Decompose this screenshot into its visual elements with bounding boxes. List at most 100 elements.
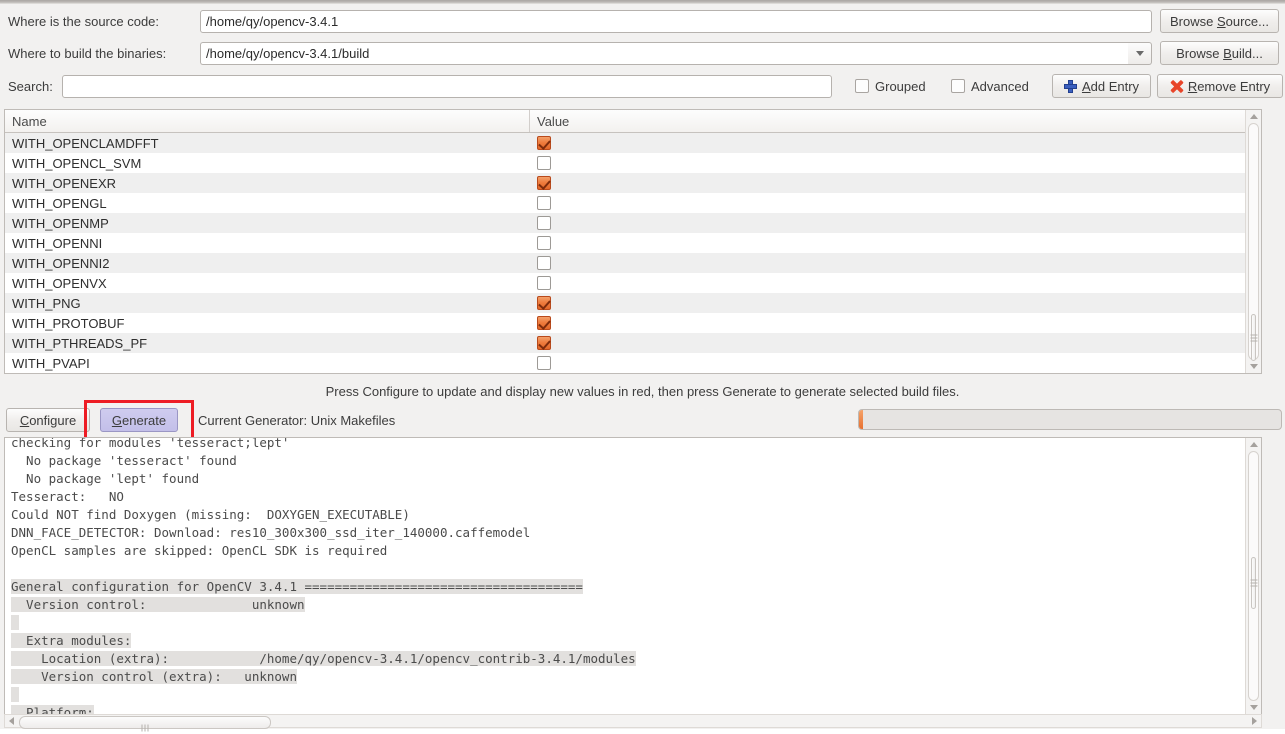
- table-row[interactable]: WITH_OPENNI: [5, 233, 1261, 253]
- table-row[interactable]: WITH_OPENGL: [5, 193, 1261, 213]
- table-row[interactable]: WITH_OPENNI2: [5, 253, 1261, 273]
- scroll-left-icon[interactable]: [5, 715, 18, 727]
- console-line: [11, 686, 636, 704]
- configure-button[interactable]: Configure: [6, 408, 90, 432]
- cache-entry-value[interactable]: [530, 276, 1261, 290]
- checkbox-icon[interactable]: [537, 356, 551, 370]
- browse-source-label: Browse Source...: [1170, 13, 1269, 29]
- source-path-input[interactable]: /home/qy/opencv-3.4.1: [200, 9, 1152, 33]
- cache-entry-value[interactable]: [530, 136, 1261, 150]
- build-path-input[interactable]: /home/qy/opencv-3.4.1/build: [200, 41, 1128, 65]
- cache-entry-value[interactable]: [530, 316, 1261, 330]
- scroll-thumb[interactable]: [1250, 314, 1257, 361]
- cache-entries-table[interactable]: Name Value WITH_OPENCLAMDFFT WITH_OPENCL_…: [4, 109, 1262, 374]
- table-row[interactable]: WITH_OPENMP: [5, 213, 1261, 233]
- table-row[interactable]: WITH_PTHREADS_PF: [5, 333, 1261, 353]
- checkbox-checked-icon[interactable]: [537, 336, 551, 350]
- add-entry-label: Add Entry: [1081, 78, 1140, 94]
- checkbox-icon: [855, 79, 869, 93]
- add-entry-button[interactable]: Add Entry: [1052, 74, 1151, 98]
- search-row: Search: Grouped Advanced Add Entry Remov…: [0, 73, 1285, 99]
- status-hint-text: Press Configure to update and display ne…: [325, 384, 960, 399]
- table-row[interactable]: WITH_OPENVX: [5, 273, 1261, 293]
- source-path-label: Where is the source code:: [8, 13, 160, 29]
- scroll-up-icon[interactable]: [1246, 110, 1261, 123]
- checkbox-icon[interactable]: [537, 196, 551, 210]
- cache-entry-value[interactable]: [530, 296, 1261, 310]
- scroll-thumb[interactable]: [1250, 557, 1257, 609]
- checkbox-icon[interactable]: [537, 256, 551, 270]
- source-path-row: Where is the source code: /home/qy/openc…: [0, 8, 1285, 34]
- grouped-checkbox[interactable]: Grouped: [855, 79, 926, 94]
- scroll-thumb[interactable]: [19, 716, 271, 731]
- scroll-right-icon[interactable]: [1248, 715, 1261, 727]
- checkbox-checked-icon[interactable]: [537, 316, 551, 330]
- table-vertical-scrollbar[interactable]: [1245, 110, 1261, 373]
- checkbox-checked-icon[interactable]: [537, 296, 551, 310]
- column-header-name[interactable]: Name: [5, 110, 530, 132]
- cache-entry-value[interactable]: [530, 196, 1261, 210]
- cache-entry-value[interactable]: [530, 356, 1261, 370]
- console-line: General configuration for OpenCV 3.4.1 =…: [11, 579, 583, 594]
- generate-label: Generate: [111, 412, 167, 428]
- console-line: No package 'tesseract' found: [11, 453, 237, 468]
- console-line: Version control (extra): unknown: [11, 669, 297, 684]
- checkbox-checked-icon[interactable]: [537, 176, 551, 190]
- scroll-track[interactable]: [1248, 123, 1259, 361]
- advanced-checkbox[interactable]: Advanced: [951, 79, 1029, 94]
- cache-entry-name: WITH_PVAPI: [12, 355, 90, 371]
- cache-entry-value[interactable]: [530, 216, 1261, 230]
- console-line: OpenCL samples are skipped: OpenCL SDK i…: [11, 543, 388, 558]
- checkbox-icon[interactable]: [537, 276, 551, 290]
- console-line: DNN_FACE_DETECTOR: Download: res10_300x3…: [11, 525, 531, 540]
- table-row[interactable]: WITH_OPENCLAMDFFT: [5, 133, 1261, 153]
- table-row[interactable]: WITH_PVAPI: [5, 353, 1261, 373]
- configure-label: Configure: [19, 412, 77, 428]
- cache-entry-name: WITH_OPENEXR: [12, 175, 117, 191]
- scroll-down-icon[interactable]: [1246, 701, 1261, 714]
- browse-source-button[interactable]: Browse Source...: [1160, 9, 1279, 33]
- browse-build-label: Browse Build...: [1176, 45, 1263, 61]
- table-row[interactable]: WITH_OPENEXR: [5, 173, 1261, 193]
- progress-bar: [858, 409, 1282, 430]
- scroll-up-icon[interactable]: [1246, 438, 1261, 451]
- cache-entry-name: WITH_OPENCL_SVM: [12, 155, 142, 171]
- search-input[interactable]: [62, 74, 832, 98]
- console-output-text: checking for modules 'tesseract;lept' No…: [11, 438, 636, 714]
- scroll-down-icon[interactable]: [1246, 360, 1261, 373]
- checkbox-icon[interactable]: [537, 236, 551, 250]
- cache-entry-value[interactable]: [530, 256, 1261, 270]
- generate-button[interactable]: Generate: [100, 408, 178, 432]
- table-row[interactable]: WITH_OPENCL_SVM: [5, 153, 1261, 173]
- cache-entry-name: WITH_OPENMP: [12, 215, 109, 231]
- cache-entry-name: WITH_PNG: [12, 295, 81, 311]
- checkbox-icon[interactable]: [537, 216, 551, 230]
- chevron-down-icon: [1135, 50, 1144, 56]
- column-header-value[interactable]: Value: [530, 110, 1261, 132]
- browse-build-button[interactable]: Browse Build...: [1160, 41, 1279, 65]
- x-icon: [1170, 80, 1183, 93]
- console-horizontal-scrollbar[interactable]: [4, 714, 1262, 731]
- console-output-pane[interactable]: checking for modules 'tesseract;lept' No…: [4, 437, 1262, 715]
- table-row[interactable]: WITH_PROTOBUF: [5, 313, 1261, 333]
- cache-entry-value[interactable]: [530, 176, 1261, 190]
- cache-entry-value[interactable]: [530, 336, 1261, 350]
- checkbox-checked-icon[interactable]: [537, 136, 551, 150]
- remove-entry-button[interactable]: Remove Entry: [1157, 74, 1283, 98]
- scroll-track[interactable]: [1248, 451, 1259, 701]
- cache-entry-name: WITH_PTHREADS_PF: [12, 335, 148, 351]
- cache-entry-value[interactable]: [530, 236, 1261, 250]
- plus-icon: [1063, 79, 1077, 93]
- build-path-row: Where to build the binaries: /home/qy/op…: [0, 40, 1285, 66]
- cache-entry-name: WITH_PROTOBUF: [12, 315, 125, 331]
- console-line: No package 'lept' found: [11, 471, 200, 486]
- current-generator-label: Current Generator: Unix Makefiles: [198, 413, 396, 428]
- cache-entry-value[interactable]: [530, 156, 1261, 170]
- table-row[interactable]: WITH_PNG: [5, 293, 1261, 313]
- grouped-label: Grouped: [875, 78, 926, 94]
- cmake-gui-window: Where is the source code: /home/qy/openc…: [0, 0, 1285, 731]
- checkbox-icon[interactable]: [537, 156, 551, 170]
- console-vertical-scrollbar[interactable]: [1245, 438, 1261, 714]
- build-path-dropdown-button[interactable]: [1128, 41, 1152, 65]
